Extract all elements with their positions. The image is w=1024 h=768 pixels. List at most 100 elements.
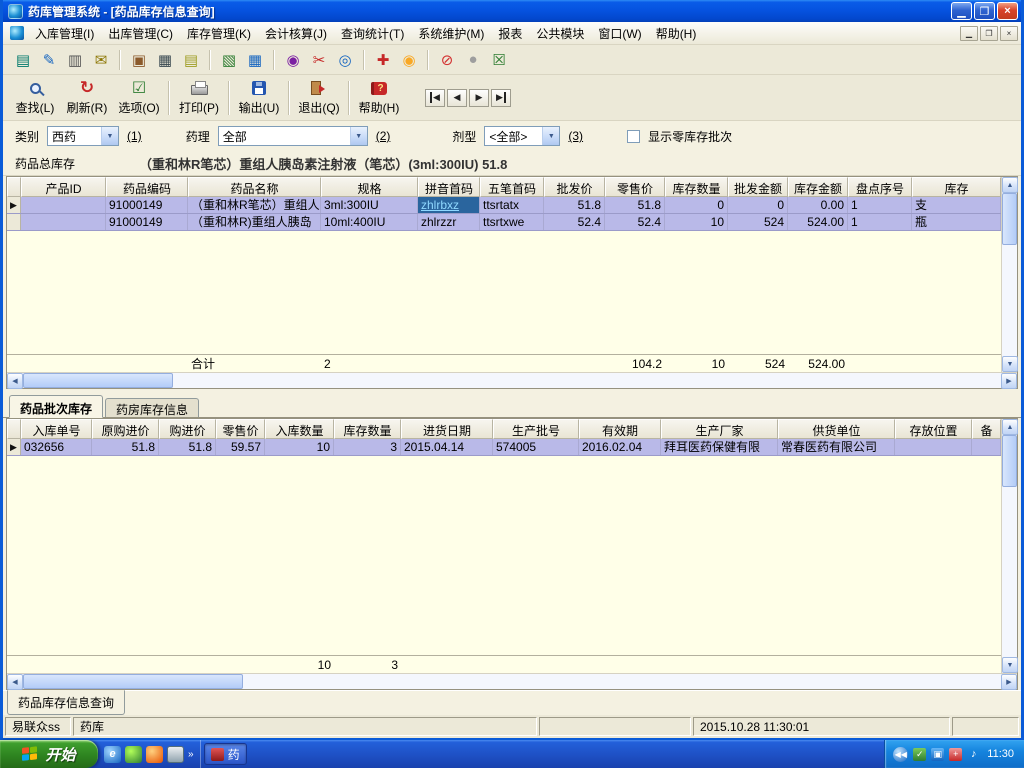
- options-button[interactable]: ☑ 选项(O): [113, 77, 165, 119]
- cell-supplier[interactable]: 常春医药有限公司: [778, 439, 895, 455]
- nav-first-button[interactable]: ◀: [425, 88, 445, 107]
- cell-pinyin-code[interactable]: zhlrzzr: [418, 214, 480, 230]
- menu-stock[interactable]: 库存管理(K): [180, 22, 258, 45]
- scroll-up-icon[interactable]: ▲: [1002, 177, 1018, 193]
- show-desktop-icon[interactable]: [167, 745, 184, 763]
- menu-accounting[interactable]: 会计核算(J): [258, 22, 334, 45]
- cell-drug-code[interactable]: 91000149: [106, 214, 188, 230]
- stop-icon[interactable]: ⊘: [435, 48, 459, 72]
- cell-wholesale-price[interactable]: 51.8: [544, 197, 605, 213]
- vscroll-track[interactable]: [1002, 245, 1017, 356]
- cell-product-id[interactable]: [21, 197, 106, 213]
- cell-purchase-date[interactable]: 2015.04.14: [401, 439, 493, 455]
- hscroll-track[interactable]: [173, 373, 1001, 388]
- cell-manufacturer[interactable]: 拜耳医药保健有限: [661, 439, 778, 455]
- cell-retail-price[interactable]: 51.8: [605, 197, 665, 213]
- vscroll-thumb[interactable]: [1002, 435, 1017, 487]
- cell-remark[interactable]: [972, 439, 1001, 455]
- cell-stock-qty[interactable]: 10: [665, 214, 728, 230]
- refresh-button[interactable]: ↻ 刷新(R): [61, 77, 113, 119]
- cell-purchase-price[interactable]: 51.8: [159, 439, 216, 455]
- cut-icon[interactable]: ✂: [307, 48, 331, 72]
- tab-stock-query[interactable]: 药品库存信息查询: [7, 690, 126, 715]
- pharmacology-combobox[interactable]: 全部 ▼: [217, 126, 368, 146]
- help-button[interactable]: ? 帮助(H): [353, 77, 405, 119]
- medical-cross-icon[interactable]: ✚: [371, 48, 395, 72]
- vscroll-thumb[interactable]: [1002, 193, 1017, 245]
- menu-common-modules[interactable]: 公共模块: [529, 22, 591, 45]
- cell-drug-name[interactable]: （重和林R)重组人胰岛: [188, 214, 321, 230]
- export-grid-icon[interactable]: ▧: [217, 48, 241, 72]
- row-selector[interactable]: [7, 214, 21, 230]
- paste-icon[interactable]: ▣: [127, 48, 151, 72]
- menu-reports[interactable]: 报表: [491, 22, 529, 45]
- cell-wholesale-price[interactable]: 52.4: [544, 214, 605, 230]
- stock-row-1[interactable]: ▶ 91000149 （重和林R笔芯）重组人 3ml:300IU zhlrbxz…: [7, 197, 1001, 214]
- category-combobox[interactable]: 西药 ▼: [47, 126, 120, 146]
- hscroll-thumb[interactable]: [23, 373, 173, 388]
- scroll-left-icon[interactable]: ◀: [7, 674, 23, 690]
- nav-next-button[interactable]: ▶: [469, 88, 489, 107]
- cell-product-id[interactable]: [21, 214, 106, 230]
- stock-row-2[interactable]: 91000149 （重和林R)重组人胰岛 10ml:400IU zhlrzzr …: [7, 214, 1001, 231]
- mdi-minimize-button[interactable]: ▁: [960, 25, 978, 41]
- media-player-icon[interactable]: [146, 745, 163, 763]
- nav-prev-button[interactable]: ◀: [447, 88, 467, 107]
- sphere-icon[interactable]: ●: [461, 48, 485, 72]
- menu-maintenance[interactable]: 系统维护(M): [411, 22, 491, 45]
- chevron-down-icon[interactable]: ▼: [349, 127, 367, 145]
- cell-stock-qty[interactable]: 3: [334, 439, 401, 455]
- batch-row-1[interactable]: ▶ 032656 51.8 51.8 59.57 10 3 2015.04.14…: [7, 439, 1001, 456]
- cell-storage-location[interactable]: [895, 439, 972, 455]
- hide-icons-chevron-icon[interactable]: ◀◀: [893, 746, 909, 762]
- notebook-icon[interactable]: ▤: [11, 48, 35, 72]
- cell-inventory-seq[interactable]: 1: [848, 197, 912, 213]
- network-icon[interactable]: ▣: [931, 747, 945, 761]
- close-grid-icon[interactable]: ☒: [487, 48, 511, 72]
- cell-stock-amount[interactable]: 0.00: [788, 197, 848, 213]
- menu-query[interactable]: 查询统计(T): [334, 22, 411, 45]
- export-button[interactable]: 输出(U): [233, 77, 285, 119]
- internet-explorer-icon[interactable]: e: [104, 745, 121, 763]
- tab-pharmacy-stock[interactable]: 药房库存信息: [105, 398, 200, 417]
- cell-wholesale-amount[interactable]: 0: [728, 197, 788, 213]
- mail-check-icon[interactable]: ✉: [89, 48, 113, 72]
- cell-unit[interactable]: 瓶: [912, 214, 1001, 230]
- cell-stock-qty[interactable]: 0: [665, 197, 728, 213]
- cell-pinyin-code[interactable]: zhlrbxz: [418, 197, 480, 213]
- menu-inbound[interactable]: 入库管理(I): [28, 22, 101, 45]
- row-selector[interactable]: ▶: [7, 439, 21, 455]
- scroll-down-icon[interactable]: ▼: [1002, 657, 1018, 673]
- document-print-icon[interactable]: ▥: [63, 48, 87, 72]
- security-shield-icon[interactable]: ✓: [913, 747, 927, 761]
- exit-button[interactable]: 退出(Q): [293, 77, 345, 119]
- close-button[interactable]: ×: [997, 2, 1018, 20]
- cell-retail-price[interactable]: 52.4: [605, 214, 665, 230]
- volume-icon[interactable]: ♪: [967, 748, 980, 761]
- row-selector[interactable]: ▶: [7, 197, 21, 213]
- zoom-icon[interactable]: ◎: [333, 48, 357, 72]
- scroll-right-icon[interactable]: ▶: [1001, 373, 1017, 389]
- batch-grid-hscrollbar[interactable]: ◀ ▶: [7, 673, 1017, 690]
- cell-retail-price[interactable]: 59.57: [216, 439, 265, 455]
- mdi-close-button[interactable]: ×: [1000, 25, 1018, 41]
- chevron-down-icon[interactable]: ▼: [101, 127, 119, 145]
- cell-wubi-code[interactable]: ttsrtxwe: [480, 214, 544, 230]
- hscroll-track[interactable]: [243, 674, 1001, 689]
- cell-original-purchase-price[interactable]: 51.8: [92, 439, 159, 455]
- table-icon[interactable]: ▦: [243, 48, 267, 72]
- edit-document-icon[interactable]: ✎: [37, 48, 61, 72]
- nav-last-button[interactable]: ▶: [491, 88, 511, 107]
- taskbar-app-button[interactable]: 药: [203, 743, 247, 765]
- minimize-button[interactable]: ▁: [951, 2, 972, 20]
- stock-grid-hscrollbar[interactable]: ◀ ▶: [7, 372, 1017, 389]
- cell-in-qty[interactable]: 10: [265, 439, 334, 455]
- cell-stock-amount[interactable]: 524.00: [788, 214, 848, 230]
- menu-outbound[interactable]: 出库管理(C): [101, 22, 180, 45]
- vscroll-track[interactable]: [1002, 487, 1017, 657]
- show-zero-stock-checkbox[interactable]: [627, 129, 641, 143]
- menu-window[interactable]: 窗口(W): [591, 22, 648, 45]
- taskbar-clock[interactable]: 11:30: [987, 748, 1014, 760]
- tab-batch-stock[interactable]: 药品批次库存: [9, 395, 104, 418]
- cell-wholesale-amount[interactable]: 524: [728, 214, 788, 230]
